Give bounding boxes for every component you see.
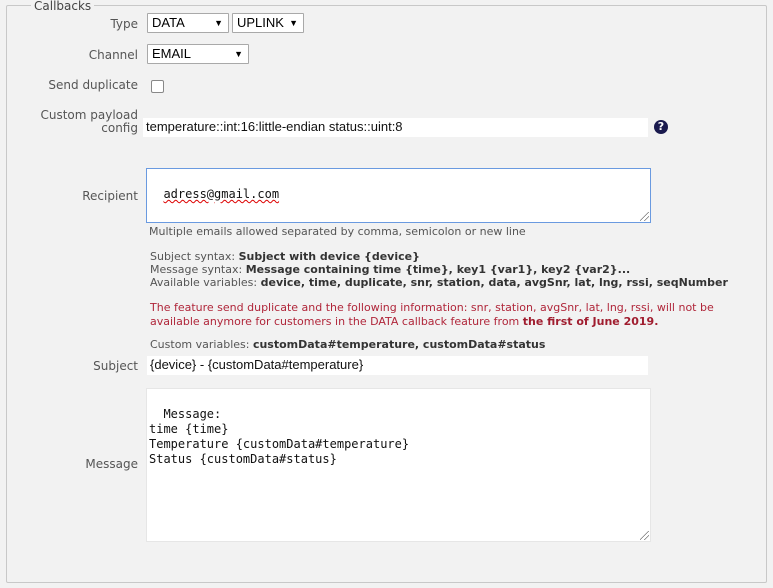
recipient-label: Recipient <box>82 189 138 203</box>
send-duplicate-checkbox[interactable] <box>151 80 164 93</box>
payload-config-input[interactable]: temperature::int:16:little-endian status… <box>143 118 648 137</box>
subject-syntax-line: Subject syntax: Subject with device {dev… <box>150 250 420 263</box>
direction-select[interactable]: UPLINK ▼ <box>232 13 304 33</box>
payload-label-line1: Custom payload <box>40 108 138 122</box>
channel-select[interactable]: EMAIL ▼ <box>147 44 249 64</box>
custom-variables-prefix: Custom variables: <box>150 338 250 351</box>
channel-select-value: EMAIL <box>152 46 192 61</box>
recipient-hint: Multiple emails allowed separated by com… <box>149 225 526 238</box>
type-select[interactable]: DATA ▼ <box>147 13 229 33</box>
deprecation-warning-prefix: available anymore for customers in the D… <box>150 315 520 328</box>
subject-label: Subject <box>93 359 138 373</box>
available-variables-value: device, time, duplicate, snr, station, d… <box>260 276 728 289</box>
deprecation-warning-line1: The feature send duplicate and the follo… <box>150 301 714 314</box>
available-variables-prefix: Available variables: <box>150 276 258 289</box>
custom-variables-line: Custom variables: customData#temperature… <box>150 338 545 351</box>
fieldset-legend: Callbacks <box>31 0 95 12</box>
type-label: Type <box>110 17 138 31</box>
direction-select-value: UPLINK <box>237 15 284 30</box>
deprecation-warning-date: the first of June 2019. <box>522 315 659 328</box>
message-value: Message: time {time} Temperature {custom… <box>149 407 410 466</box>
message-textarea[interactable]: Message: time {time} Temperature {custom… <box>146 388 651 542</box>
recipient-textarea[interactable]: adress@gmail.com <box>146 168 651 223</box>
recipient-value: adress@gmail.com <box>163 187 280 201</box>
available-variables-line: Available variables: device, time, dupli… <box>150 276 728 289</box>
send-duplicate-label: Send duplicate <box>48 78 138 92</box>
message-syntax-line: Message syntax: Message containing time … <box>150 263 630 276</box>
resize-handle-icon[interactable] <box>640 531 649 540</box>
channel-label: Channel <box>88 48 138 62</box>
message-label: Message <box>85 457 138 471</box>
subject-syntax-value: Subject with device {device} <box>238 250 420 263</box>
chevron-down-icon: ▼ <box>234 49 243 59</box>
payload-label-line2: config <box>101 121 138 135</box>
message-syntax-prefix: Message syntax: <box>150 263 243 276</box>
chevron-down-icon: ▼ <box>214 18 223 28</box>
chevron-down-icon: ▼ <box>289 18 298 28</box>
message-syntax-value: Message containing time {time}, key1 {va… <box>245 263 631 276</box>
deprecation-warning-line2: available anymore for customers in the D… <box>150 315 658 328</box>
subject-input[interactable]: {device} - {customData#temperature} <box>147 356 648 375</box>
custom-variables-value: customData#temperature, customData#statu… <box>252 338 546 351</box>
type-select-value: DATA <box>152 15 185 30</box>
resize-handle-icon[interactable] <box>640 212 649 221</box>
question-circle-icon[interactable]: ? <box>654 120 668 134</box>
subject-syntax-prefix: Subject syntax: <box>150 250 236 263</box>
